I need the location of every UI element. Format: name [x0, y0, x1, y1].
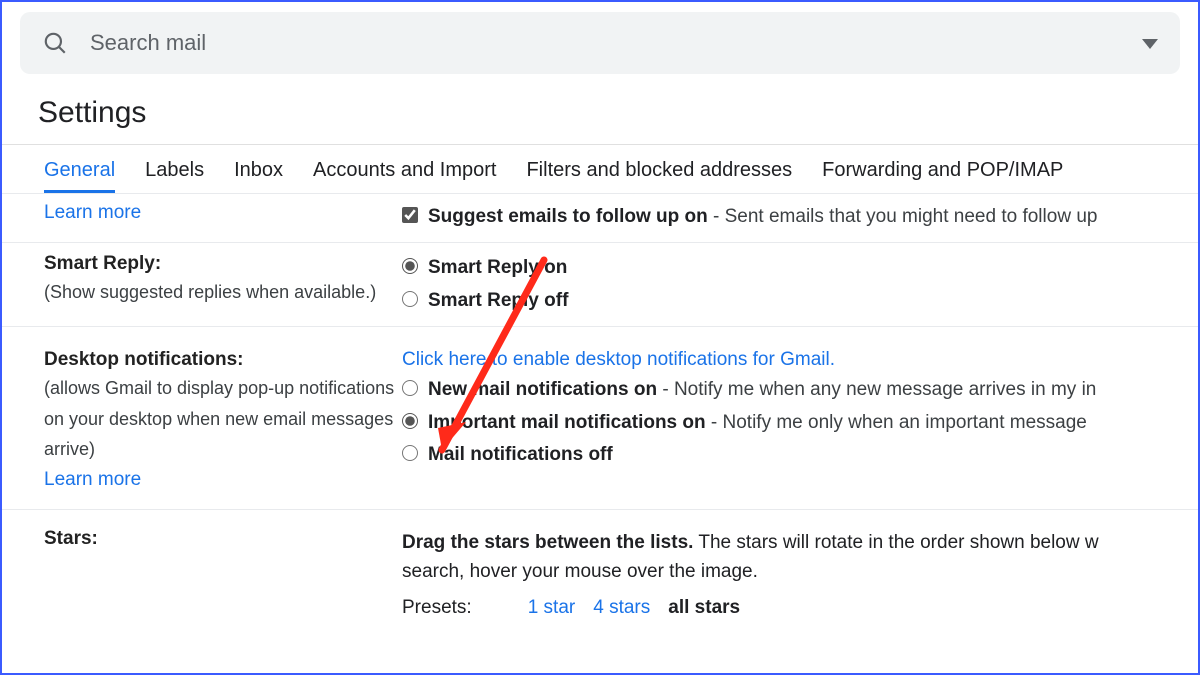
followup-checkbox[interactable] — [402, 207, 418, 223]
tab-general[interactable]: General — [44, 159, 115, 193]
desktop-mail-off-radio[interactable] — [402, 445, 418, 461]
followup-label: Suggest emails to follow up on — [428, 206, 708, 227]
desktop-learn-more-link[interactable]: Learn more — [44, 469, 141, 490]
desktop-important-mail-radio[interactable] — [402, 413, 418, 429]
stars-instr-bold: Drag the stars between the lists. — [402, 532, 693, 553]
smart-reply-desc: (Show suggested replies when available.) — [44, 275, 398, 308]
tab-accounts-import[interactable]: Accounts and Import — [313, 159, 496, 193]
settings-tabs: General Labels Inbox Accounts and Import… — [2, 145, 1198, 194]
stars-title: Stars: — [44, 528, 398, 550]
smart-reply-off-radio[interactable] — [402, 291, 418, 307]
desktop-enable-link[interactable]: Click here to enable desktop notificatio… — [402, 349, 835, 370]
search-icon — [42, 30, 68, 56]
desktop-opt3-label: Mail notifications off — [428, 440, 613, 470]
stars-instr-desc: The stars will rotate in the order shown… — [693, 532, 1098, 553]
preset-4-stars[interactable]: 4 stars — [593, 597, 650, 619]
stars-presets: Presets: 1 star 4 stars all stars — [402, 597, 1198, 619]
settings-content: Learn more Suggest emails to follow up o… — [2, 194, 1198, 629]
desktop-new-mail-radio[interactable] — [402, 380, 418, 396]
row-stars: Stars: Drag the stars between the lists.… — [2, 510, 1198, 629]
row-followup: Learn more Suggest emails to follow up o… — [2, 194, 1198, 243]
tab-labels[interactable]: Labels — [145, 159, 204, 193]
search-placeholder: Search mail — [90, 30, 1120, 56]
tab-filters-blocked[interactable]: Filters and blocked addresses — [526, 159, 792, 193]
search-bar[interactable]: Search mail — [20, 12, 1180, 74]
smart-reply-on-radio[interactable] — [402, 258, 418, 274]
preset-all-stars[interactable]: all stars — [668, 597, 740, 619]
preset-1-star[interactable]: 1 star — [528, 597, 576, 619]
row-desktop-notifications: Desktop notifications: (allows Gmail to … — [2, 327, 1198, 510]
stars-instr-line2: search, hover your mouse over the image. — [402, 557, 1198, 586]
desktop-title: Desktop notifications: — [44, 349, 398, 371]
smart-reply-on-label: Smart Reply on — [428, 253, 567, 283]
smart-reply-off-label: Smart Reply off — [428, 286, 568, 316]
presets-label: Presets: — [402, 597, 472, 619]
followup-desc: - Sent emails that you might need to fol… — [708, 206, 1098, 227]
smart-reply-title: Smart Reply: — [44, 253, 398, 275]
tab-forwarding-pop-imap[interactable]: Forwarding and POP/IMAP — [822, 159, 1063, 193]
row-smart-reply: Smart Reply: (Show suggested replies whe… — [2, 243, 1198, 327]
desktop-opt2-label: Important mail notifications on — [428, 412, 706, 433]
desktop-desc: (allows Gmail to display pop-up notifica… — [44, 371, 398, 465]
search-dropdown-icon[interactable] — [1142, 33, 1158, 54]
desktop-opt1-desc: - Notify me when any new message arrives… — [657, 379, 1096, 400]
followup-learn-more-link[interactable]: Learn more — [44, 202, 141, 223]
page-title: Settings — [2, 74, 1198, 144]
tab-inbox[interactable]: Inbox — [234, 159, 283, 193]
desktop-opt1-label: New mail notifications on — [428, 379, 657, 400]
desktop-opt2-desc: - Notify me only when an important messa… — [706, 412, 1087, 433]
